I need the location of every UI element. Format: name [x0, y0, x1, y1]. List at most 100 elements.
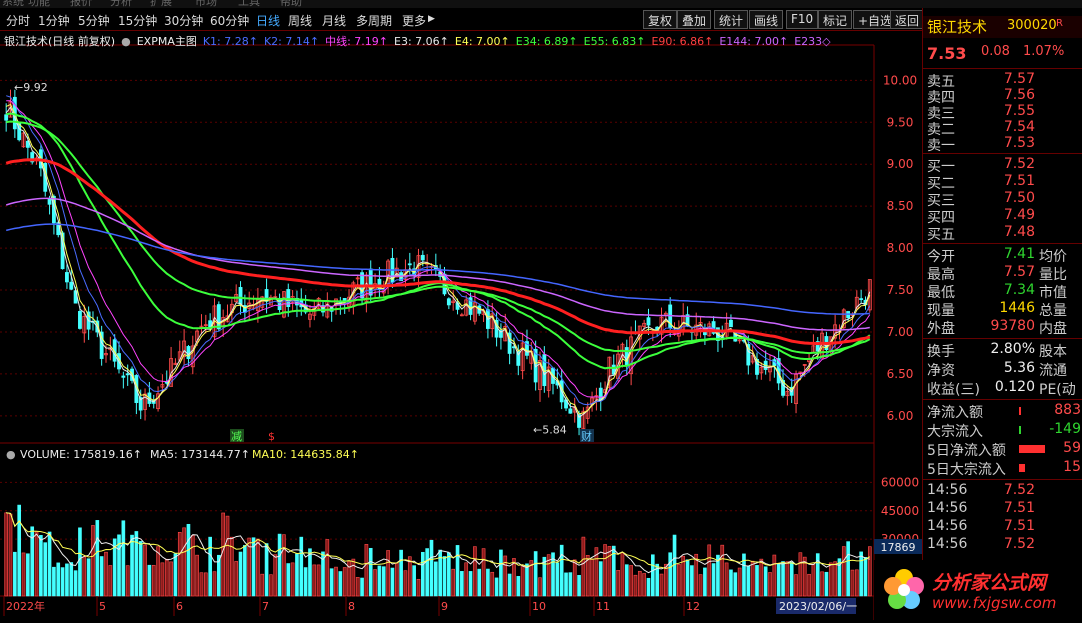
volume-bar [438, 549, 442, 597]
volume-bar [516, 576, 521, 597]
stat-row: 最低 7.34 市值 [923, 282, 1082, 301]
period-1[interactable]: 1分钟 [38, 12, 70, 29]
ask-price: 7.54 [1003, 119, 1035, 135]
menu-4[interactable]: 扩展 [150, 0, 172, 8]
kline-chart[interactable]: 10.00 9.50 9.00 8.50 8.00 7.50 7.00 6.50 6.00 ←9.… [0, 31, 922, 620]
indicator-name[interactable]: EXPMA主图 [137, 35, 197, 48]
volume-bar [651, 554, 655, 597]
stat-value: 7.41 [1003, 246, 1035, 262]
tool-7[interactable]: 返回 [890, 10, 925, 29]
volume-bar [47, 531, 52, 597]
menu-5[interactable]: 市场 [195, 0, 217, 8]
stat-value: 0.120 [994, 379, 1035, 395]
volume-bar [763, 566, 768, 597]
volume-bar [507, 573, 512, 597]
menu-0[interactable]: 系统 [2, 0, 24, 8]
volume-bar [607, 546, 612, 597]
quote-panel: 银江技术 300020 R 7.53 0.08 1.07% 卖五 7.57 卖四 7.… [922, 8, 1082, 620]
tool-5[interactable]: 标记 [818, 10, 853, 29]
volume-bar [86, 558, 91, 597]
volume-bar [65, 563, 69, 597]
volume-bar [668, 552, 673, 597]
price-change: 0.08 [981, 44, 1010, 59]
flow-row: 净流入额 883 [923, 402, 1082, 421]
period-0[interactable]: 分时 [6, 12, 30, 29]
tool-3[interactable]: 画线 [749, 10, 784, 29]
stat-value: 5.36 [1003, 360, 1035, 376]
flow-label: 净流入额 [927, 405, 983, 421]
volume-bar [351, 558, 356, 597]
flag-badge: R [1056, 18, 1063, 29]
period-6[interactable]: 日线 [256, 12, 280, 29]
period-7[interactable]: 周线 [288, 12, 312, 29]
volume-bar [477, 568, 482, 597]
volume-bar [863, 557, 868, 597]
menu-6[interactable]: 工具 [238, 0, 260, 8]
volume-bar [243, 545, 247, 597]
period-8[interactable]: 月线 [322, 12, 346, 29]
flow-bar [1019, 464, 1025, 472]
volume-bar [290, 562, 295, 597]
volume-bar [225, 515, 230, 597]
volume-bar [620, 552, 625, 597]
stat-label-right: 流通 [1039, 363, 1067, 379]
bid-price: 7.51 [1003, 173, 1035, 189]
period-2[interactable]: 5分钟 [78, 12, 110, 29]
volume-bar [455, 545, 460, 597]
tool-4[interactable]: F10 [786, 10, 819, 29]
volume-bar [169, 561, 173, 597]
bid-price: 7.50 [1003, 190, 1035, 206]
volume-bar [386, 550, 390, 597]
volume-bar [642, 573, 646, 597]
volume-bar [750, 560, 755, 597]
period-4[interactable]: 30分钟 [164, 12, 203, 29]
bid-label: 买五 [927, 227, 955, 243]
more-arrow-icon[interactable]: ▶ [428, 14, 435, 24]
volume-bar [286, 563, 291, 597]
volume-bar [629, 565, 633, 597]
ema-value: E90: 6.86↑ [651, 35, 714, 48]
volume-label: VOLUME: 175819.16↑ [20, 448, 142, 461]
volume-bar [447, 552, 451, 597]
volume-tick: 45000 [881, 504, 919, 518]
period-9[interactable]: 多周期 [356, 12, 392, 29]
flow-value: 883 [1054, 402, 1081, 418]
volume-bar [420, 551, 425, 597]
volume-bar [221, 512, 225, 597]
volume-bar [308, 548, 312, 597]
volume-bar [82, 556, 87, 597]
flow-bar [1019, 445, 1045, 453]
volume-bar [442, 556, 447, 597]
volume-bar [325, 539, 330, 597]
volume-bar [125, 565, 130, 597]
time-label: 2022年 [6, 599, 45, 613]
menu-2[interactable]: 报价 [70, 0, 92, 8]
volume-bar [733, 572, 738, 597]
period-3[interactable]: 15分钟 [118, 12, 157, 29]
menu-3[interactable]: 分析 [110, 0, 132, 8]
period-5[interactable]: 60分钟 [210, 12, 249, 29]
ema-value: E144: 7.00↑ [719, 35, 789, 48]
ema-value: K2: 7.14↑ [263, 35, 320, 48]
volume-bar [173, 553, 178, 597]
candle-body [238, 287, 243, 305]
volume-bar [720, 544, 725, 597]
period-10[interactable]: 更多 [402, 12, 426, 29]
volume-bar [850, 569, 855, 597]
menu-1[interactable]: 功能 [28, 0, 50, 8]
high-label: ←9.92 [14, 81, 48, 94]
tool-1[interactable]: 叠加 [677, 10, 712, 29]
volume-bar [269, 574, 273, 597]
menu-7[interactable]: 帮助 [280, 0, 302, 8]
volume-bar [768, 572, 772, 597]
volume-bar [473, 546, 477, 597]
dropdown-icon[interactable]: ● [121, 35, 131, 48]
stock-name: 银江技术 [927, 18, 988, 36]
volume-bar [39, 535, 43, 597]
stat-label-right: 市值 [1039, 285, 1067, 301]
tool-0[interactable]: 复权 [643, 10, 678, 29]
tick-row: 14:56 7.52 [923, 536, 1082, 554]
volume-bar [403, 570, 408, 597]
tool-2[interactable]: 统计 [714, 10, 749, 29]
volume-bar [295, 553, 299, 597]
